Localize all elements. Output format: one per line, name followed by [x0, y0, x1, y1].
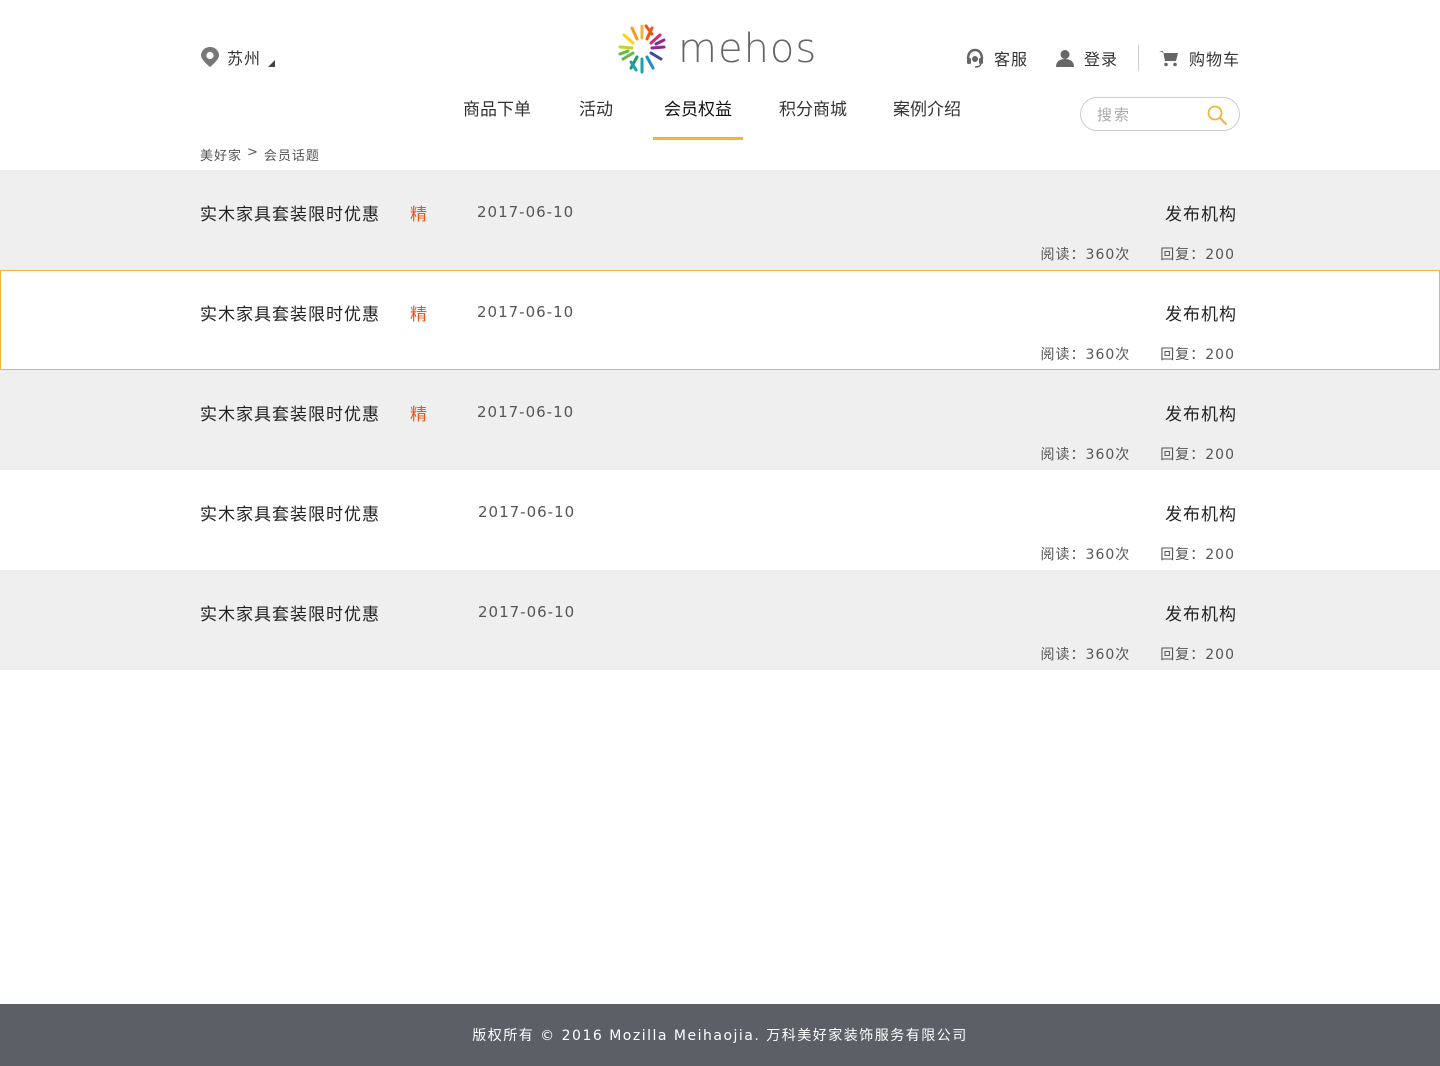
- featured-badge: 精: [410, 305, 427, 325]
- cart-icon: [1158, 51, 1178, 67]
- read-count: 阅读：360次: [1040, 547, 1131, 563]
- topic-title[interactable]: 实木家具套装限时优惠: [200, 300, 380, 325]
- breadcrumb: 美好家 > 会员话题: [200, 145, 320, 164]
- topic-publisher: 发布机构: [1165, 305, 1237, 325]
- divider: [1137, 45, 1139, 71]
- copyright-text: 版权所有 © 2016 Mozilla Meihaojia. 万科美好家装饰服务…: [472, 1028, 968, 1044]
- topic-stats: 阅读：360次 回复：200: [1041, 644, 1235, 664]
- reply-count: 回复：200: [1160, 447, 1235, 463]
- topic-row[interactable]: 实木家具套装限时优惠 2017-06-10 发布机构 阅读：360次 回复：20…: [0, 570, 1440, 670]
- customer-service-label: 客服: [993, 50, 1028, 69]
- topic-row[interactable]: 实木家具套装限时优惠 2017-06-10 发布机构 阅读：360次 回复：20…: [0, 470, 1440, 570]
- topic-title[interactable]: 实木家具套装限时优惠: [200, 500, 380, 525]
- breadcrumb-home[interactable]: 美好家: [200, 145, 242, 164]
- search-input[interactable]: [1097, 104, 1207, 126]
- breadcrumb-current: 会员话题: [263, 149, 320, 164]
- topic-date: 2017-06-10: [478, 603, 576, 621]
- top-right-menu: 客服 登录 购物车: [966, 45, 1240, 71]
- topic-stats: 阅读：360次 回复：200: [1041, 544, 1235, 564]
- login-link[interactable]: 登录: [1055, 46, 1118, 70]
- tab-activity[interactable]: 活动: [554, 96, 638, 140]
- topic-date: 2017-06-10: [477, 403, 575, 421]
- user-icon: [1055, 50, 1074, 67]
- topic-stats: 阅读：360次 回复：200: [1041, 244, 1235, 264]
- logo-graphic: mehos: [618, 24, 817, 74]
- breadcrumb-separator: >: [247, 145, 259, 160]
- topic-publisher: 发布机构: [1165, 505, 1237, 525]
- tab-order[interactable]: 商品下单: [440, 96, 554, 140]
- read-count: 阅读：360次: [1040, 347, 1131, 363]
- topic-publisher: 发布机构: [1165, 405, 1237, 425]
- reply-count: 回复：200: [1160, 247, 1235, 263]
- cart-link[interactable]: 购物车: [1158, 46, 1240, 70]
- topic-date: 2017-06-10: [478, 503, 576, 521]
- tab-member-benefits[interactable]: 会员权益: [653, 96, 743, 140]
- svg-text:mehos: mehos: [678, 26, 817, 72]
- main-nav: 商品下单 活动 会员权益 积分商城 案例介绍: [440, 96, 983, 140]
- topic-stats: 阅读：360次 回复：200: [1041, 444, 1235, 464]
- tab-points-mall[interactable]: 积分商城: [755, 96, 871, 140]
- read-count: 阅读：360次: [1040, 447, 1131, 463]
- featured-badge: 精: [410, 205, 427, 225]
- topic-date: 2017-06-10: [477, 203, 575, 221]
- topic-row[interactable]: 实木家具套装限时优惠 精 2017-06-10 发布机构 阅读：360次 回复：…: [0, 170, 1440, 270]
- dropdown-triangle-icon: [268, 59, 276, 67]
- featured-badge: 精: [410, 405, 427, 425]
- city-name: 苏州: [227, 49, 262, 68]
- search-box: [1080, 97, 1240, 131]
- headset-icon: [966, 48, 984, 68]
- topic-row[interactable]: 实木家具套装限时优惠 精 2017-06-10 发布机构 阅读：360次 回复：…: [0, 370, 1440, 470]
- topic-title[interactable]: 实木家具套装限时优惠: [200, 400, 380, 425]
- location-pin-icon: [201, 47, 219, 67]
- topic-publisher: 发布机构: [1165, 605, 1237, 625]
- reply-count: 回复：200: [1160, 347, 1235, 363]
- reply-count: 回复：200: [1160, 547, 1235, 563]
- site-footer: 版权所有 © 2016 Mozilla Meihaojia. 万科美好家装饰服务…: [0, 1004, 1440, 1066]
- read-count: 阅读：360次: [1040, 647, 1131, 663]
- mehos-logo[interactable]: mehos: [616, 22, 826, 78]
- topic-stats: 阅读：360次 回复：200: [1041, 344, 1235, 364]
- topic-row[interactable]: 实木家具套装限时优惠 精 2017-06-10 发布机构 阅读：360次 回复：…: [0, 270, 1440, 370]
- cart-label: 购物车: [1188, 50, 1240, 69]
- topic-date: 2017-06-10: [477, 303, 575, 321]
- city-selector[interactable]: 苏州: [200, 45, 276, 69]
- login-label: 登录: [1083, 50, 1118, 69]
- read-count: 阅读：360次: [1040, 247, 1131, 263]
- site-header: 苏州 mehos 客服 登录 购物车 商品下单 活动 会员权益 积分商城 案例介…: [0, 0, 1440, 170]
- topic-title[interactable]: 实木家具套装限时优惠: [200, 600, 380, 625]
- reply-count: 回复：200: [1160, 647, 1235, 663]
- tab-case-intro[interactable]: 案例介绍: [871, 96, 983, 140]
- topic-publisher: 发布机构: [1165, 205, 1237, 225]
- topic-list: 实木家具套装限时优惠 精 2017-06-10 发布机构 阅读：360次 回复：…: [0, 170, 1440, 670]
- topic-title[interactable]: 实木家具套装限时优惠: [200, 200, 380, 225]
- customer-service-link[interactable]: 客服: [966, 46, 1028, 70]
- search-icon[interactable]: [1207, 105, 1227, 125]
